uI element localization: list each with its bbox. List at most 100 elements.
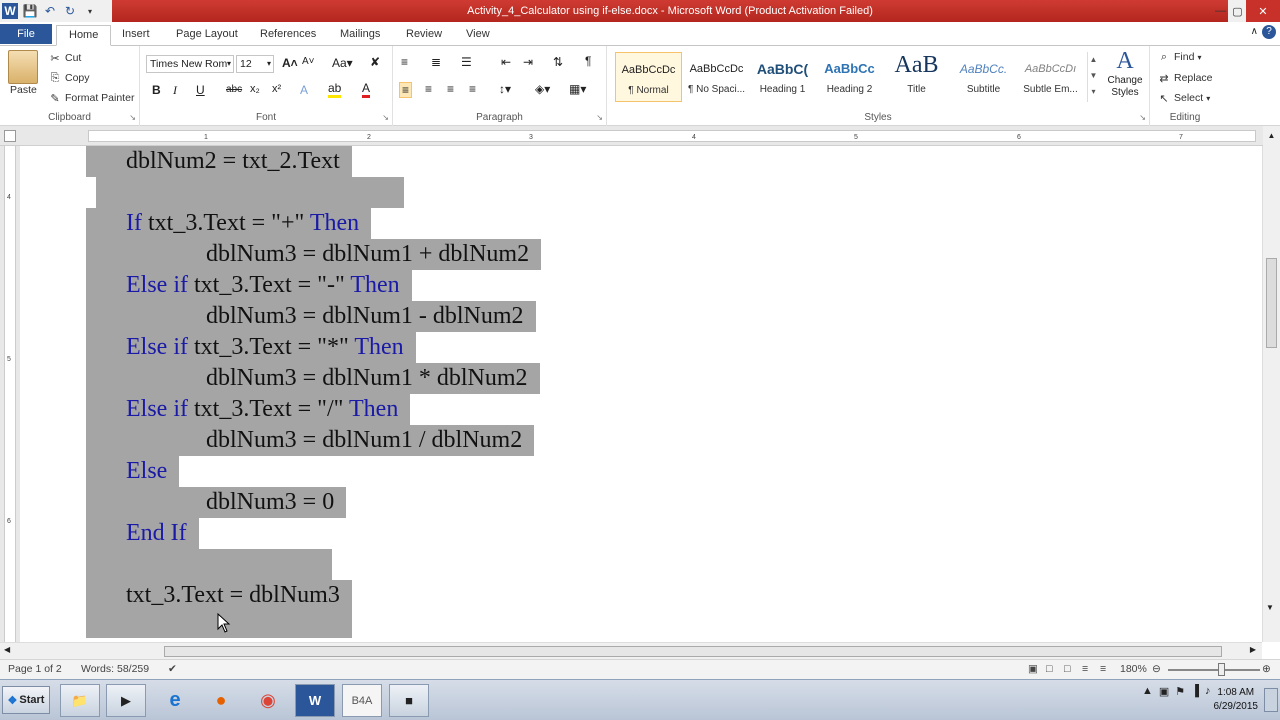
replace-button[interactable]: ⇄ Replace [1157,71,1212,85]
chrome-icon[interactable]: ◉ [248,684,288,717]
code-line[interactable]: Else [86,456,180,487]
style-subtle-emphasis[interactable]: AaBbCcDı Subtle Em... [1017,52,1084,102]
cut-button[interactable]: ✂ Cut [48,51,81,65]
print-layout-icon[interactable]: ▣ [1028,663,1038,675]
code-line[interactable]: dblNum2 = txt_2.Text [86,146,352,177]
style-normal[interactable]: AaBbCcDc ¶ Normal [615,52,682,102]
change-case-icon[interactable]: Aa▾ [332,56,353,70]
media-icon[interactable]: ▶ [106,684,146,717]
paste-icon[interactable] [8,50,38,84]
web-layout-icon[interactable]: □ [1064,663,1070,675]
style-heading-1[interactable]: AaBbC(Heading 1 [749,52,816,102]
full-screen-reading-icon[interactable]: □ [1046,663,1052,675]
find-button[interactable]: ⌕ Find ▾ [1157,50,1202,64]
code-line[interactable] [96,177,404,208]
b4a-icon[interactable]: B4A [342,684,382,717]
tab-review[interactable]: Review [394,25,454,46]
grow-font-icon[interactable]: A˄ [282,56,298,70]
minimize-button[interactable]: — [1212,0,1229,22]
style-no-spacing[interactable]: AaBbCcDc ¶ No Spaci... [683,52,750,102]
paragraph-launcher-icon[interactable]: ↘ [596,113,603,122]
bullets-icon[interactable]: ≡ [401,55,408,69]
tab-home[interactable]: Home [56,25,112,46]
folder2-icon[interactable]: ■ [389,684,429,717]
style-title[interactable]: AaB Title [883,52,950,102]
tab-selector[interactable] [4,130,16,142]
help-icon[interactable]: ? [1262,25,1276,39]
start-button[interactable]: ❖ Start [2,686,50,714]
strikethrough-button[interactable]: abc [226,84,242,95]
page-count[interactable]: Page 1 of 2 [8,663,62,675]
multilevel-list-icon[interactable]: ☰ [461,55,472,69]
scroll-right-icon[interactable]: ▶ [1250,645,1256,654]
align-center-icon[interactable]: ≡ [425,82,432,96]
zoom-slider-knob[interactable] [1218,663,1225,676]
shrink-font-icon[interactable]: A˅ [302,56,315,67]
code-line[interactable]: If txt_3.Text = "+" Then [86,208,372,239]
borders-icon[interactable]: ▦▾ [569,82,586,96]
subscript-button[interactable]: x₂ [250,83,260,95]
network-icon[interactable]: ▣ [1159,685,1169,698]
change-styles-button[interactable]: A Change Styles [1103,48,1147,99]
copy-button[interactable]: ⎘ Copy [48,71,90,85]
clipboard-launcher-icon[interactable]: ↘ [129,113,136,122]
align-left-icon[interactable]: ≡ [399,82,413,98]
show-desktop-button[interactable] [1264,688,1278,712]
styles-gallery-scroll[interactable]: ▲ ▼ ▾ [1087,52,1099,102]
bold-button[interactable]: B [152,83,161,97]
code-line[interactable] [86,549,332,580]
font-color-icon[interactable]: A [362,82,371,98]
shading-icon[interactable]: ◈▾ [535,82,550,96]
decrease-indent-icon[interactable]: ⇤ [501,55,511,69]
zoom-out-icon[interactable]: ⊖ [1152,663,1161,675]
numbering-icon[interactable]: ≣ [431,55,441,69]
text-effects-icon[interactable]: A [300,83,308,97]
scroll-left-icon[interactable]: ◀ [4,645,10,654]
code-line[interactable]: dblNum3 = dblNum1 + dblNum2 [86,239,542,270]
tab-mailings[interactable]: Mailings [328,25,392,46]
align-right-icon[interactable]: ≡ [447,82,454,96]
ribbon-collapse-icon[interactable]: ∧ [1251,26,1258,37]
word-count[interactable]: Words: 58/259 [81,663,149,675]
increase-indent-icon[interactable]: ⇥ [523,55,533,69]
code-line[interactable]: dblNum3 = dblNum1 / dblNum2 [86,425,535,456]
code-line[interactable]: Else if txt_3.Text = "-" Then [86,270,412,301]
clear-formatting-icon[interactable]: ✘ [370,55,380,69]
code-line[interactable]: dblNum3 = 0 [86,487,347,518]
word-app-icon[interactable]: W [2,3,18,19]
tray-expand-icon[interactable]: ▲ [1142,685,1153,698]
font-name-combo[interactable]: Times New Rom ▾ [146,55,234,73]
styles-launcher-icon[interactable]: ↘ [1139,113,1146,122]
restore-button[interactable]: ▢ [1229,0,1246,22]
select-button[interactable]: ↖ Select ▾ [1157,91,1210,105]
highlight-icon[interactable]: ab [328,82,342,98]
clock[interactable]: 1:08 AM 6/29/2015 [1214,686,1259,714]
horizontal-scrollbar[interactable]: ◀ ▶ [0,642,1262,659]
firefox-icon[interactable]: ● [201,684,241,717]
signal-icon[interactable]: ▐ [1191,685,1199,698]
code-line[interactable]: dblNum3 = dblNum1 * dblNum2 [86,363,540,394]
paste-button[interactable]: Paste [10,84,37,96]
code-line[interactable]: Else if txt_3.Text = "/" Then [86,394,411,425]
font-size-combo[interactable]: 12 ▾ [236,55,274,73]
zoom-slider[interactable] [1168,669,1260,671]
zoom-level[interactable]: 180% [1120,663,1147,675]
flag-icon[interactable]: ⚑ [1175,685,1185,698]
horizontal-scroll-thumb[interactable] [164,646,1222,657]
line-spacing-icon[interactable]: ↕▾ [499,82,511,96]
code-line[interactable]: End If [86,518,199,549]
superscript-button[interactable]: x² [272,83,281,95]
font-launcher-icon[interactable]: ↘ [382,113,389,122]
underline-button[interactable]: U [196,83,205,97]
zoom-in-icon[interactable]: ⊕ [1262,663,1271,675]
ruler-strip[interactable]: 1 2 3 4 5 6 7 [88,130,1256,142]
sort-icon[interactable]: ⇅ [553,55,563,69]
redo-icon[interactable]: ↻ [62,3,78,19]
outline-icon[interactable]: ≡ [1082,663,1088,675]
draft-icon[interactable]: ≡ [1100,663,1106,675]
tab-view[interactable]: View [454,25,502,46]
document-body[interactable]: dblNum2 = txt_2.Text If txt_3.Text = "+" … [20,146,1262,642]
code-line[interactable]: dblNum3 = dblNum1 - dblNum2 [86,301,536,332]
scroll-down-icon[interactable]: ▼ [1266,603,1274,612]
vertical-scroll-thumb[interactable] [1266,258,1277,348]
